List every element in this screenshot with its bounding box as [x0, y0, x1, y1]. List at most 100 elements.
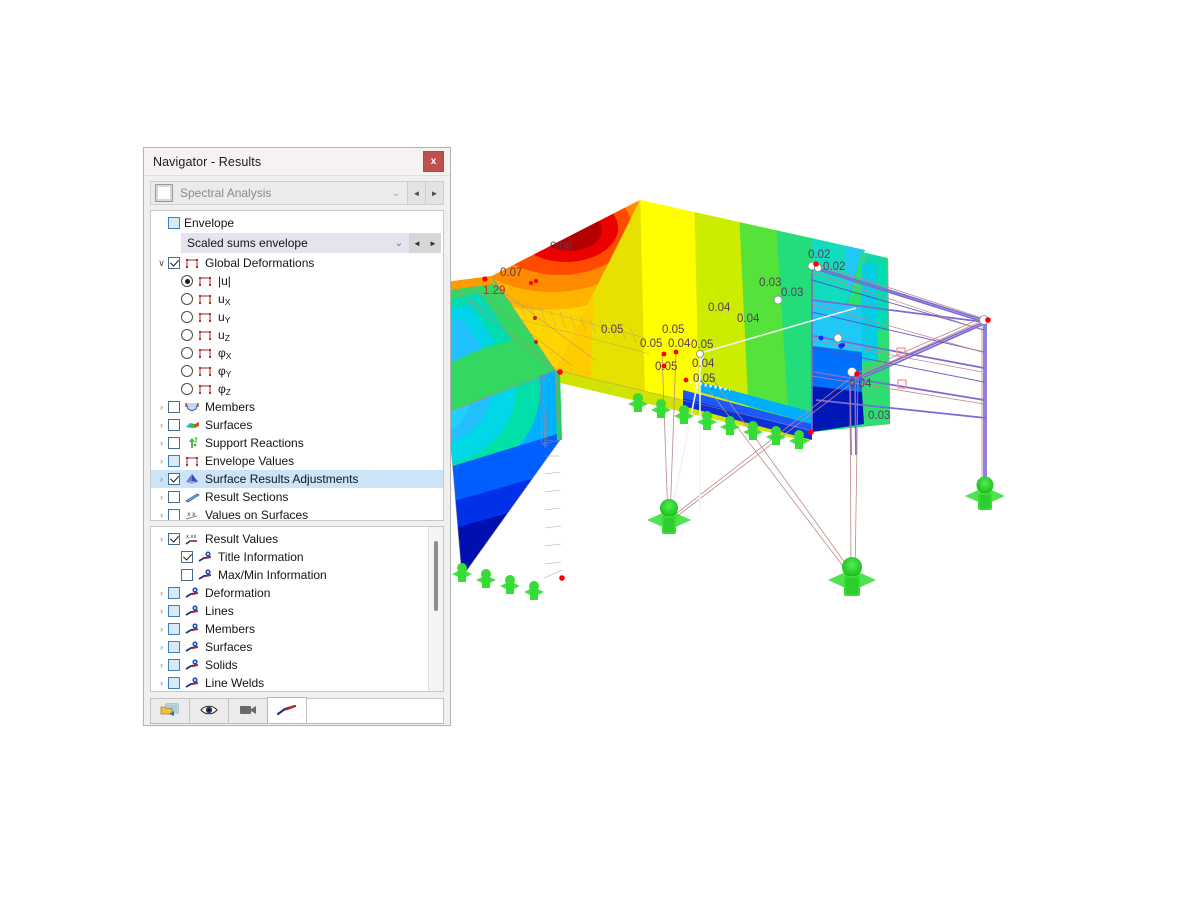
checkbox-title-information[interactable] [181, 551, 193, 563]
result-value-label: 0.05 [693, 373, 715, 385]
tree-item-max-min-information[interactable]: Max/Min Information [151, 566, 429, 584]
chevron-right-icon[interactable]: › [155, 642, 168, 652]
radio-Z[interactable] [181, 383, 193, 395]
tree-item-u[interactable]: uY [151, 308, 443, 326]
project-navigator-tab[interactable] [150, 698, 190, 723]
tree-item-surfaces[interactable]: › Surfaces [151, 638, 429, 656]
tree-item-label: Max/Min Information [218, 568, 327, 582]
tree-item-subscript: Y [224, 314, 231, 325]
chevron-right-icon[interactable]: › [155, 474, 168, 484]
tree-item-result-values[interactable]: › x.xx Result Values [151, 530, 429, 548]
tree-item-subscript: Z [225, 386, 231, 397]
result-value-label: 0.04 [668, 338, 691, 350]
checkbox-surfaces[interactable] [168, 419, 180, 431]
tree-scrollbar-thumb[interactable] [434, 541, 438, 611]
display-properties-tree[interactable]: › x.xx Result Values Title Information Max/M… [150, 526, 444, 692]
tree-item-support-reactions[interactable]: › Support Reactions [151, 434, 443, 452]
chevron-right-icon[interactable]: › [155, 510, 168, 520]
checkbox-result-values[interactable] [168, 533, 180, 545]
frame-icon [197, 292, 214, 306]
tree-item-label: Result Values [205, 532, 279, 546]
tree-item-u[interactable]: |u| [151, 272, 443, 290]
navigator-titlebar[interactable]: Navigator - Results x [144, 148, 450, 176]
result-value-label: 0.05 [640, 338, 662, 350]
tree-item-u[interactable]: uX [151, 290, 443, 308]
navigator-tabstrip[interactable] [150, 697, 444, 724]
tree-item-members[interactable]: › Members [151, 398, 443, 416]
checkbox-deformation[interactable] [168, 587, 180, 599]
member-hinges [896, 347, 907, 389]
checkbox-surface-results-adjustments[interactable] [168, 473, 180, 485]
checkbox-line-welds[interactable] [168, 677, 180, 689]
radio-X[interactable] [181, 347, 193, 359]
checkbox-lines[interactable] [168, 605, 180, 617]
tree-item-[interactable]: φX [151, 344, 443, 362]
tree-item-envelope-values[interactable]: › Envelope Values [151, 452, 443, 470]
radio-uY[interactable] [181, 311, 193, 323]
chevron-right-icon[interactable]: › [155, 402, 168, 412]
chevron-down-icon[interactable]: ⌄ [385, 182, 407, 204]
checkbox-surfaces[interactable] [168, 641, 180, 653]
chevron-right-icon[interactable]: › [155, 678, 168, 688]
checkbox-max-min-information[interactable] [181, 569, 193, 581]
radio-uX[interactable] [181, 293, 193, 305]
envelope-checkbox[interactable] [168, 217, 180, 229]
envelope-chevron-down-icon[interactable]: ⌄ [389, 233, 409, 253]
envelope-prev-button[interactable]: ◄ [409, 233, 425, 253]
checkbox-envelope-values[interactable] [168, 455, 180, 467]
chevron-right-icon[interactable]: › [155, 606, 168, 616]
tree-item-lines[interactable]: › Lines [151, 602, 429, 620]
chevron-right-icon[interactable]: › [155, 456, 168, 466]
tree-item-values-on-surfaces[interactable]: › x x Values on Surfaces [151, 506, 443, 520]
checkbox-members[interactable] [168, 401, 180, 413]
checkbox-members[interactable] [168, 623, 180, 635]
tree-item-global-deformations[interactable]: ∨ Global Deformations [151, 254, 443, 272]
display-properties-tab[interactable] [267, 697, 307, 723]
radio-Y[interactable] [181, 365, 193, 377]
tree-item-result-sections[interactable]: › Result Sections [151, 488, 443, 506]
tree-item-surface-results-adjustments[interactable]: › Surface Results Adjustments [151, 470, 443, 488]
radio-u[interactable] [181, 275, 193, 287]
navigator-results-window[interactable]: Navigator - Results x Spectral Analysis … [143, 147, 451, 726]
tree-item-members[interactable]: › Members [151, 620, 429, 638]
surface-colors-icon [184, 418, 201, 432]
envelope-combobox-row[interactable]: Scaled sums envelope ⌄ ◄ ► [151, 232, 443, 254]
chevron-right-icon[interactable]: › [155, 438, 168, 448]
tree-item-surfaces[interactable]: › Surfaces [151, 416, 443, 434]
tree-item-[interactable]: φY [151, 362, 443, 380]
chevron-right-icon[interactable]: › [155, 588, 168, 598]
result-value-label: 0.03 [868, 410, 890, 422]
checkbox-solids[interactable] [168, 659, 180, 671]
checkbox-result-sections[interactable] [168, 491, 180, 503]
tree-item-deformation[interactable]: › Deformation [151, 584, 429, 602]
chevron-right-icon[interactable]: › [155, 420, 168, 430]
analysis-next-button[interactable]: ► [425, 182, 443, 204]
tree-item-solids[interactable]: › Solids [151, 656, 429, 674]
tree-scrollbar[interactable] [428, 527, 443, 691]
tree-item-line-welds[interactable]: › Line Welds [151, 674, 429, 691]
checkbox-support-reactions[interactable] [168, 437, 180, 449]
views-tab[interactable] [189, 698, 229, 723]
chevron-right-icon[interactable]: › [155, 624, 168, 634]
radio-uZ[interactable] [181, 329, 193, 341]
rendering-tab[interactable] [228, 698, 268, 723]
analysis-combobox[interactable]: Spectral Analysis ⌄ ◄ ► [150, 181, 444, 205]
tree-item-title-information[interactable]: Title Information [151, 548, 429, 566]
analysis-prev-button[interactable]: ◄ [407, 182, 425, 204]
chevron-right-icon[interactable]: › [155, 534, 168, 544]
result-value-label: 0.05 [691, 339, 713, 351]
label-icon [184, 604, 201, 618]
tree-item-envelope[interactable]: Envelope [151, 214, 443, 232]
chevron-down-icon[interactable]: ∨ [155, 258, 168, 269]
chevron-right-icon[interactable]: › [155, 660, 168, 670]
checkbox-global-deformations[interactable] [168, 257, 180, 269]
results-tree-top[interactable]: Envelope Scaled sums envelope ⌄ ◄ ► ∨ Glo… [150, 210, 444, 521]
tree-item-[interactable]: φZ [151, 380, 443, 398]
checkbox-values-on-surfaces[interactable] [168, 509, 180, 520]
tree-item-label: Support Reactions [205, 436, 304, 450]
envelope-next-button[interactable]: ► [425, 233, 441, 253]
tree-item-u[interactable]: uZ [151, 326, 443, 344]
close-icon[interactable]: x [423, 151, 444, 172]
tree-item-label: Members [205, 622, 256, 636]
chevron-right-icon[interactable]: › [155, 492, 168, 502]
